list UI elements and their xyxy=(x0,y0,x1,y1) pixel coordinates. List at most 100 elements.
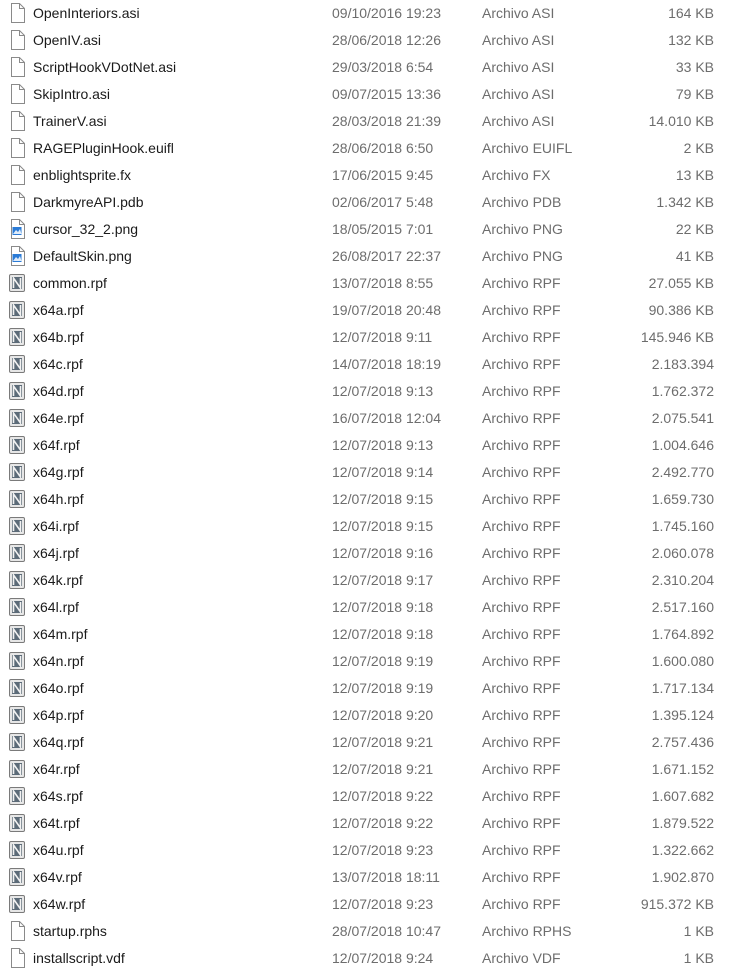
file-type: Archivo RPF xyxy=(482,599,561,615)
file-size: 1.764.892 xyxy=(651,626,714,642)
file-date-modified: 12/07/2018 9:18 xyxy=(332,599,434,615)
file-name: x64f.rpf xyxy=(33,437,80,453)
file-date-modified: 29/03/2018 6:54 xyxy=(332,59,434,75)
file-row[interactable]: x64u.rpf 12/07/2018 9:23 Archivo RPF 1.3… xyxy=(0,837,741,864)
file-date-modified: 14/07/2018 18:19 xyxy=(332,356,441,372)
file-row[interactable]: x64q.rpf 12/07/2018 9:21 Archivo RPF 2.7… xyxy=(0,729,741,756)
file-size: 1.745.160 xyxy=(651,518,714,534)
file-row[interactable]: x64k.rpf 12/07/2018 9:17 Archivo RPF 2.3… xyxy=(0,567,741,594)
file-row[interactable]: RAGEPluginHook.euifl 28/06/2018 6:50 Arc… xyxy=(0,135,741,162)
file-name: x64c.rpf xyxy=(33,356,83,372)
rpf-archive-icon xyxy=(9,894,25,914)
file-size: 1.902.870 xyxy=(651,869,714,885)
file-date-modified: 12/07/2018 9:15 xyxy=(332,518,434,534)
file-row[interactable]: x64g.rpf 12/07/2018 9:14 Archivo RPF 2.4… xyxy=(0,459,741,486)
file-size: 1 KB xyxy=(683,923,714,939)
rpf-archive-icon xyxy=(9,786,25,806)
file-date-modified: 12/07/2018 9:23 xyxy=(332,842,434,858)
file-row[interactable]: x64i.rpf 12/07/2018 9:15 Archivo RPF 1.7… xyxy=(0,513,741,540)
file-row[interactable]: TrainerV.asi 28/03/2018 21:39 Archivo AS… xyxy=(0,108,741,135)
file-row[interactable]: x64a.rpf 19/07/2018 20:48 Archivo RPF 90… xyxy=(0,297,741,324)
file-name: OpenIV.asi xyxy=(33,32,101,48)
file-row[interactable]: x64o.rpf 12/07/2018 9:19 Archivo RPF 1.7… xyxy=(0,675,741,702)
file-type: Archivo PDB xyxy=(482,194,562,210)
file-size: 1.607.682 xyxy=(651,788,714,804)
file-name: RAGEPluginHook.euifl xyxy=(33,140,174,156)
rpf-archive-icon xyxy=(9,732,25,752)
file-name: installscript.vdf xyxy=(33,950,125,966)
file-type: Archivo RPF xyxy=(482,383,561,399)
file-row[interactable]: OpenIV.asi 28/06/2018 12:26 Archivo ASI … xyxy=(0,27,741,54)
file-type: Archivo PNG xyxy=(482,221,563,237)
file-date-modified: 13/07/2018 18:11 xyxy=(332,869,440,885)
file-date-modified: 17/06/2015 9:45 xyxy=(332,167,434,183)
file-name: x64k.rpf xyxy=(33,572,83,588)
rpf-archive-icon xyxy=(9,813,25,833)
file-row[interactable]: x64s.rpf 12/07/2018 9:22 Archivo RPF 1.6… xyxy=(0,783,741,810)
file-size: 1.879.522 xyxy=(651,815,714,831)
file-row[interactable]: x64b.rpf 12/07/2018 9:11 Archivo RPF 145… xyxy=(0,324,741,351)
file-row[interactable]: x64w.rpf 12/07/2018 9:23 Archivo RPF 915… xyxy=(0,891,741,918)
file-row[interactable]: installscript.vdf 12/07/2018 9:24 Archiv… xyxy=(0,945,741,972)
file-name: TrainerV.asi xyxy=(33,113,107,129)
generic-file-icon xyxy=(9,84,25,104)
rpf-archive-icon xyxy=(9,543,25,563)
file-type: Archivo RPF xyxy=(482,788,561,804)
file-row[interactable]: x64h.rpf 12/07/2018 9:15 Archivo RPF 1.6… xyxy=(0,486,741,513)
file-type: Archivo PNG xyxy=(482,248,563,264)
file-row[interactable]: startup.rphs 28/07/2018 10:47 Archivo RP… xyxy=(0,918,741,945)
file-size: 79 KB xyxy=(675,86,714,102)
file-type: Archivo RPF xyxy=(482,842,561,858)
generic-file-icon xyxy=(9,165,25,185)
file-name: x64n.rpf xyxy=(33,653,84,669)
file-size: 22 KB xyxy=(675,221,714,237)
file-row[interactable]: x64f.rpf 12/07/2018 9:13 Archivo RPF 1.0… xyxy=(0,432,741,459)
file-row[interactable]: x64r.rpf 12/07/2018 9:21 Archivo RPF 1.6… xyxy=(0,756,741,783)
file-row[interactable]: x64d.rpf 12/07/2018 9:13 Archivo RPF 1.7… xyxy=(0,378,741,405)
file-date-modified: 12/07/2018 9:19 xyxy=(332,680,434,696)
file-name: x64p.rpf xyxy=(33,707,84,723)
generic-file-icon xyxy=(9,948,25,968)
file-date-modified: 12/07/2018 9:11 xyxy=(332,329,433,345)
file-row[interactable]: SkipIntro.asi 09/07/2015 13:36 Archivo A… xyxy=(0,81,741,108)
file-row[interactable]: x64e.rpf 16/07/2018 12:04 Archivo RPF 2.… xyxy=(0,405,741,432)
file-row[interactable]: x64v.rpf 13/07/2018 18:11 Archivo RPF 1.… xyxy=(0,864,741,891)
file-name: common.rpf xyxy=(33,275,107,291)
file-size: 1.717.134 xyxy=(651,680,714,696)
file-size: 145.946 KB xyxy=(640,329,714,345)
file-type: Archivo ASI xyxy=(482,32,555,48)
file-type: Archivo RPF xyxy=(482,896,561,912)
file-row[interactable]: enblightsprite.fx 17/06/2015 9:45 Archiv… xyxy=(0,162,741,189)
file-row[interactable]: x64p.rpf 12/07/2018 9:20 Archivo RPF 1.3… xyxy=(0,702,741,729)
file-date-modified: 12/07/2018 9:16 xyxy=(332,545,434,561)
file-row[interactable]: x64c.rpf 14/07/2018 18:19 Archivo RPF 2.… xyxy=(0,351,741,378)
rpf-archive-icon xyxy=(9,624,25,644)
file-row[interactable]: OpenInteriors.asi 09/10/2016 19:23 Archi… xyxy=(0,0,741,27)
file-type: Archivo RPF xyxy=(482,707,561,723)
file-row[interactable]: x64m.rpf 12/07/2018 9:18 Archivo RPF 1.7… xyxy=(0,621,741,648)
file-type: Archivo RPF xyxy=(482,491,561,507)
file-name: x64w.rpf xyxy=(33,896,86,912)
file-row[interactable]: DefaultSkin.png 26/08/2017 22:37 Archivo… xyxy=(0,243,741,270)
file-size: 132 KB xyxy=(668,32,714,48)
file-date-modified: 12/07/2018 9:22 xyxy=(332,788,434,804)
file-row[interactable]: x64j.rpf 12/07/2018 9:16 Archivo RPF 2.0… xyxy=(0,540,741,567)
file-type: Archivo ASI xyxy=(482,59,555,75)
file-row[interactable]: x64t.rpf 12/07/2018 9:22 Archivo RPF 1.8… xyxy=(0,810,741,837)
file-row[interactable]: x64n.rpf 12/07/2018 9:19 Archivo RPF 1.6… xyxy=(0,648,741,675)
file-row[interactable]: ScriptHookVDotNet.asi 29/03/2018 6:54 Ar… xyxy=(0,54,741,81)
file-name: x64r.rpf xyxy=(33,761,80,777)
file-row[interactable]: cursor_32_2.png 18/05/2015 7:01 Archivo … xyxy=(0,216,741,243)
file-row[interactable]: x64l.rpf 12/07/2018 9:18 Archivo RPF 2.5… xyxy=(0,594,741,621)
file-type: Archivo RPF xyxy=(482,437,561,453)
file-name: x64l.rpf xyxy=(33,599,79,615)
rpf-archive-icon xyxy=(9,273,25,293)
file-date-modified: 12/07/2018 9:13 xyxy=(332,383,434,399)
file-row[interactable]: DarkmyreAPI.pdb 02/06/2017 5:48 Archivo … xyxy=(0,189,741,216)
file-row[interactable]: common.rpf 13/07/2018 8:55 Archivo RPF 2… xyxy=(0,270,741,297)
rpf-archive-icon xyxy=(9,489,25,509)
file-size: 1.342 KB xyxy=(656,194,714,210)
rpf-archive-icon xyxy=(9,381,25,401)
rpf-archive-icon xyxy=(9,354,25,374)
file-type: Archivo RPF xyxy=(482,545,561,561)
